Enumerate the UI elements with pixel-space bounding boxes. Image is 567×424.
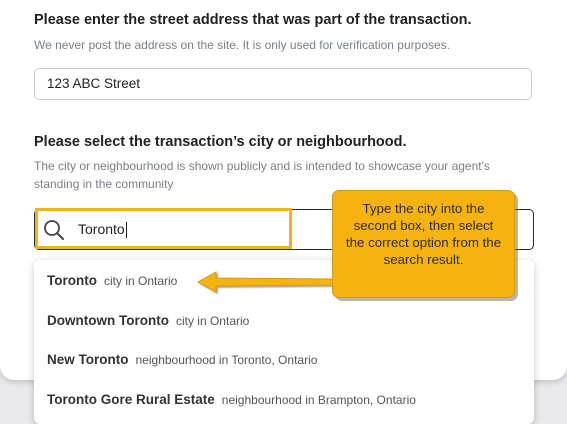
search-result-option[interactable]: Toronto city in Ontario: [47, 269, 177, 293]
option-name: Toronto Gore Rural Estate: [47, 392, 215, 407]
option-name: Toronto: [47, 273, 97, 288]
search-icon: [44, 220, 64, 240]
option-name: New Toronto: [47, 352, 129, 367]
annotation-arrow-icon: [196, 271, 335, 293]
city-search-value: Toronto: [78, 221, 125, 237]
search-result-option[interactable]: New Toronto neighbourhood in Toronto, Ont…: [47, 348, 317, 372]
option-description: city in Ontario: [175, 314, 250, 328]
address-heading: Please enter the street address that was…: [34, 12, 472, 28]
option-description: neighbourhood in Brampton, Ontario: [221, 393, 416, 407]
search-highlight-box: [35, 208, 292, 249]
search-result-option[interactable]: Downtown Toronto city in Ontario: [47, 309, 249, 333]
search-result-option[interactable]: Toronto Gore Rural Estate neighbourhood i…: [47, 388, 416, 412]
street-address-input[interactable]: 123 ABC Street: [34, 68, 532, 100]
address-help-text: We never post the address on the site. I…: [34, 38, 450, 52]
option-description: city in Ontario: [103, 274, 178, 288]
city-search-input[interactable]: Toronto: [78, 219, 127, 239]
option-name: Downtown Toronto: [47, 313, 169, 328]
option-description: neighbourhood in Toronto, Ontario: [135, 353, 318, 367]
city-help-text: The city or neighbourhood is shown publi…: [34, 159, 490, 191]
instruction-callout: Type the city into the second box, then …: [332, 190, 515, 298]
city-heading: Please select the transaction’s city or …: [34, 134, 407, 150]
text-caret: [125, 222, 127, 239]
